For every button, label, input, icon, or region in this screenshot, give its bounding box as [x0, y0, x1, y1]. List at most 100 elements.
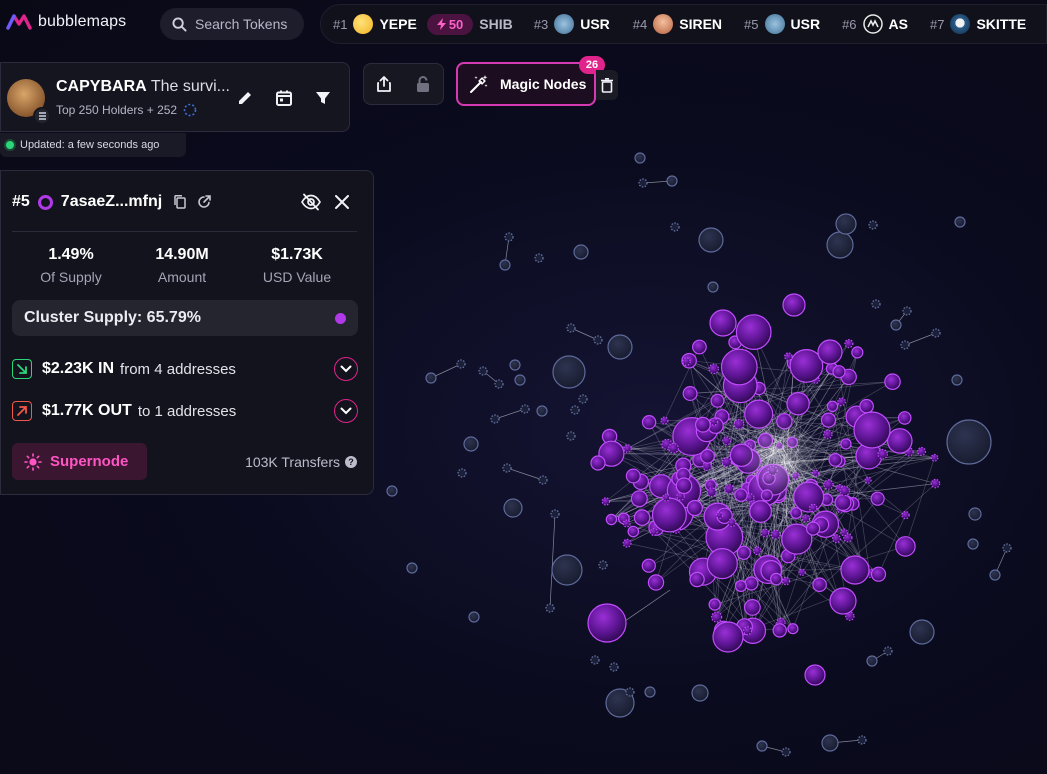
holder-bubble[interactable]: [670, 222, 680, 232]
holder-bubble[interactable]: [686, 499, 703, 517]
holder-bubble[interactable]: [551, 554, 583, 586]
holder-bubble[interactable]: [884, 373, 901, 390]
holder-bubble[interactable]: [897, 411, 912, 425]
holder-bubble[interactable]: [490, 414, 500, 424]
holder-bubble[interactable]: [709, 417, 719, 426]
date-range-button[interactable]: [271, 85, 297, 111]
holder-bubble[interactable]: [709, 309, 737, 337]
holder-bubble[interactable]: [634, 152, 646, 164]
holder-bubble[interactable]: [468, 611, 480, 623]
holder-bubble[interactable]: [622, 519, 631, 528]
edit-button[interactable]: [232, 85, 258, 111]
holder-bubble[interactable]: [870, 566, 887, 582]
ticker-item-1[interactable]: #1 YEPE 50: [333, 13, 474, 35]
holder-bubble[interactable]: [695, 416, 711, 433]
holder-bubble[interactable]: [744, 576, 759, 591]
copy-icon[interactable]: [172, 194, 188, 210]
holder-bubble[interactable]: [499, 259, 511, 271]
holder-bubble[interactable]: [644, 686, 656, 698]
ticker-item-7[interactable]: #7 SKITTE: [930, 14, 1026, 34]
holder-bubble[interactable]: [715, 511, 723, 519]
inflow-row[interactable]: $2.23K IN from 4 addresses: [12, 356, 358, 382]
holder-bubble[interactable]: [545, 603, 555, 613]
holder-bubble[interactable]: [630, 490, 648, 508]
holder-bubble[interactable]: [573, 244, 589, 260]
holder-bubble[interactable]: [823, 479, 834, 490]
holder-bubble[interactable]: [598, 560, 608, 570]
holder-bubble[interactable]: [668, 442, 679, 454]
ticker-item-6[interactable]: #6 AS: [842, 14, 908, 34]
holder-bubble[interactable]: [566, 323, 576, 333]
holder-bubble[interactable]: [821, 734, 839, 752]
holder-bubble[interactable]: [708, 598, 721, 611]
holder-bubble[interactable]: [692, 339, 707, 355]
holder-bubble[interactable]: [805, 521, 821, 536]
holder-bubble[interactable]: [733, 418, 745, 430]
holder-bubble[interactable]: [625, 468, 641, 484]
holder-bubble[interactable]: [406, 562, 418, 574]
holder-bubble[interactable]: [727, 518, 737, 528]
holder-bubble[interactable]: [651, 497, 687, 533]
holder-bubble[interactable]: [946, 419, 992, 465]
holder-bubble[interactable]: [724, 484, 735, 495]
holder-bubble[interactable]: [895, 536, 916, 557]
share-button[interactable]: [364, 64, 404, 104]
holder-bubble[interactable]: [552, 355, 586, 389]
holder-bubble[interactable]: [734, 579, 747, 592]
holder-bubble[interactable]: [851, 346, 864, 359]
holder-bubble[interactable]: [503, 498, 523, 518]
holder-bubble[interactable]: [504, 232, 514, 242]
holder-bubble[interactable]: [641, 558, 656, 573]
holder-bubble[interactable]: [700, 448, 715, 464]
holder-bubble[interactable]: [781, 747, 791, 757]
holder-bubble[interactable]: [840, 438, 852, 450]
holder-bubble[interactable]: [538, 475, 548, 485]
holder-bubble[interactable]: [890, 319, 902, 331]
holder-bubble[interactable]: [706, 547, 738, 580]
holder-bubble[interactable]: [625, 687, 635, 697]
holder-bubble[interactable]: [866, 655, 878, 667]
holder-bubble[interactable]: [883, 646, 893, 656]
holder-bubble[interactable]: [877, 448, 888, 460]
holder-bubble[interactable]: [638, 178, 648, 188]
holder-bubble[interactable]: [835, 213, 857, 235]
holder-bubble[interactable]: [590, 455, 606, 471]
holder-bubble[interactable]: [622, 538, 632, 548]
holder-bubble[interactable]: [691, 684, 709, 702]
holder-bubble[interactable]: [886, 428, 913, 454]
magic-nodes-button[interactable]: Magic Nodes: [456, 62, 596, 106]
holder-bubble[interactable]: [822, 429, 833, 440]
holder-bubble[interactable]: [593, 335, 603, 345]
holder-bubble[interactable]: [710, 611, 723, 623]
holder-bubble[interactable]: [514, 374, 526, 386]
holder-bubble[interactable]: [706, 487, 717, 498]
holder-bubble[interactable]: [641, 415, 657, 430]
holder-bubble[interactable]: [787, 623, 799, 635]
holder-bubble[interactable]: [901, 510, 910, 520]
filter-button[interactable]: [310, 85, 336, 111]
holder-bubble[interactable]: [753, 546, 762, 556]
holder-bubble[interactable]: [749, 500, 772, 523]
holder-bubble[interactable]: [820, 412, 837, 428]
holder-bubble[interactable]: [829, 587, 857, 615]
holder-bubble[interactable]: [781, 576, 791, 586]
holder-bubble[interactable]: [457, 468, 467, 478]
holder-bubble[interactable]: [870, 491, 885, 506]
holder-bubble[interactable]: [930, 453, 939, 462]
holder-bubble[interactable]: [840, 555, 870, 585]
holder-bubble[interactable]: [840, 528, 848, 537]
holder-bubble[interactable]: [826, 400, 839, 412]
holder-bubble[interactable]: [930, 478, 941, 489]
holder-bubble[interactable]: [837, 397, 846, 407]
ticker-item-3[interactable]: #3 USR: [534, 14, 610, 34]
holder-bubble[interactable]: [712, 621, 744, 653]
holder-bubble[interactable]: [536, 405, 548, 417]
holder-bubble[interactable]: [804, 664, 826, 686]
holder-bubble[interactable]: [772, 623, 787, 638]
holder-bubble[interactable]: [902, 306, 912, 316]
holder-bubble[interactable]: [868, 220, 878, 230]
holder-bubble[interactable]: [570, 405, 580, 415]
holder-bubble[interactable]: [784, 352, 793, 361]
holder-bubble[interactable]: [721, 457, 733, 468]
close-icon[interactable]: [335, 195, 349, 209]
